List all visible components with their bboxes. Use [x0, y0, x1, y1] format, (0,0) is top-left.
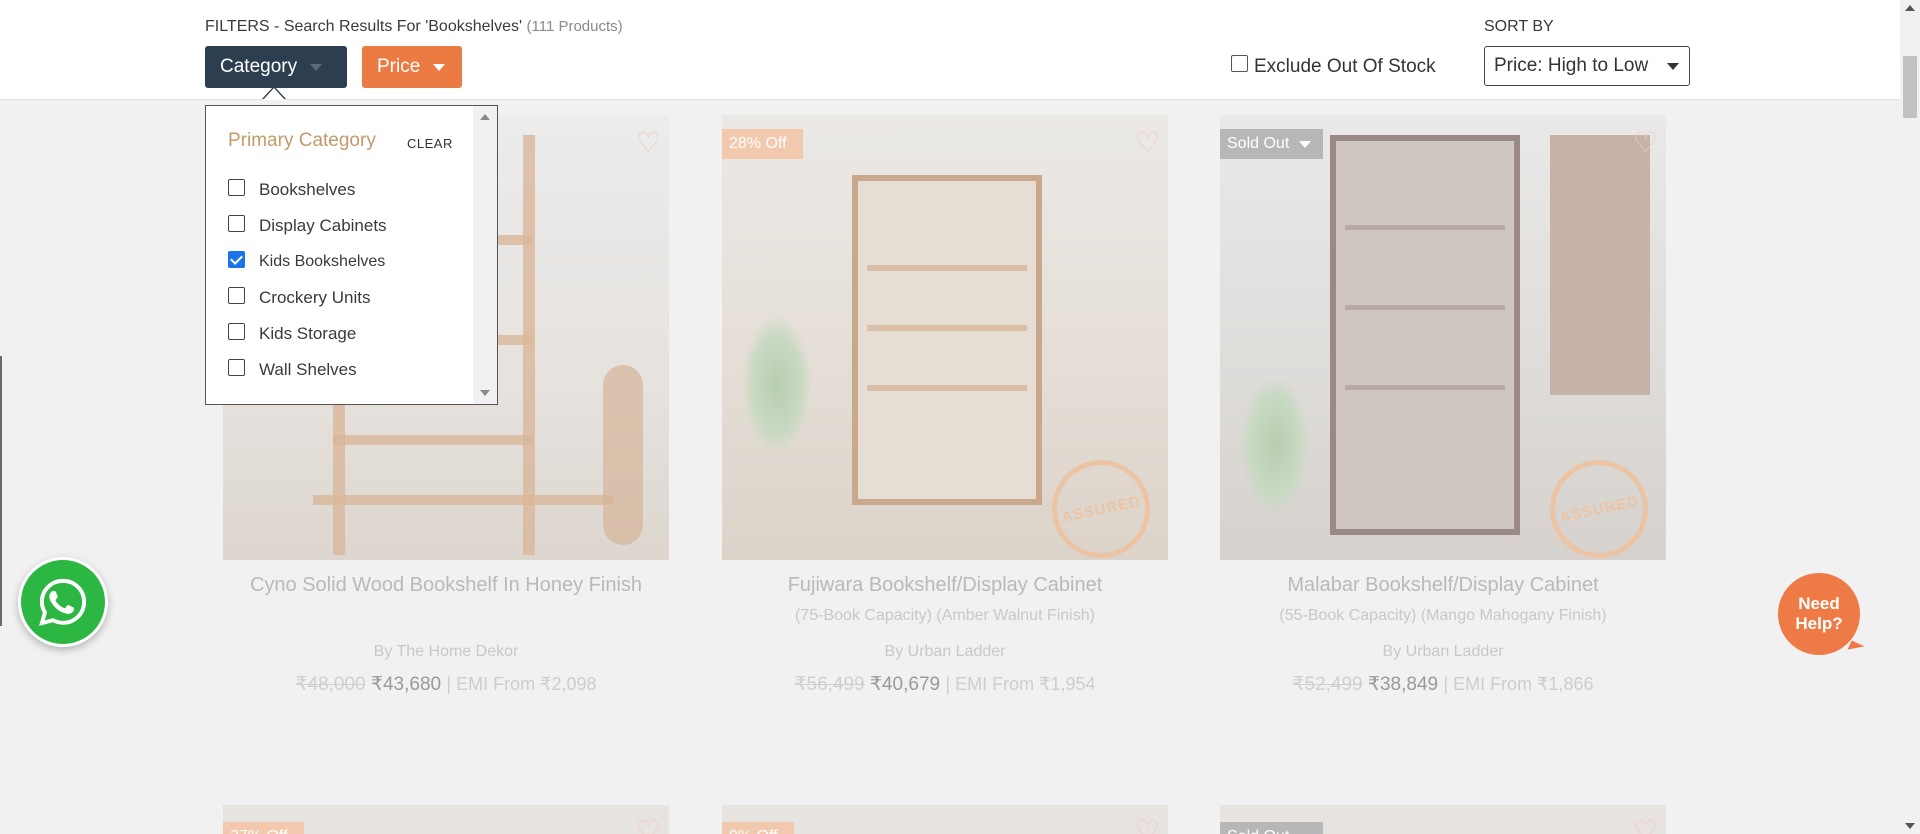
price-label: Price: [377, 56, 421, 77]
heart-icon[interactable]: ♡: [1135, 129, 1160, 157]
option-label[interactable]: Wall Shelves: [259, 360, 357, 380]
heart-icon[interactable]: ♡: [636, 817, 661, 834]
checkbox[interactable]: [228, 322, 245, 340]
exclude-out-of-stock[interactable]: Exclude Out Of Stock: [1231, 54, 1436, 78]
page-scrollbar[interactable]: [1900, 0, 1920, 834]
product-brand: By Urban Ladder: [1382, 643, 1504, 660]
clear-button[interactable]: CLEAR: [407, 136, 453, 151]
primary-category-heading: Primary Category: [228, 130, 376, 151]
whatsapp-button[interactable]: [18, 557, 108, 647]
emi-text: | EMI From ₹1,954: [945, 674, 1096, 694]
checkbox[interactable]: [228, 286, 245, 304]
category-filter-button[interactable]: Category: [205, 46, 347, 88]
checkbox-checked[interactable]: [228, 250, 245, 268]
sold-out-badge[interactable]: Sold Out: [1220, 822, 1324, 834]
product-subtitle: (55-Book Capacity) (Mango Mahogany Finis…: [1279, 607, 1607, 624]
need-help-line2: Help?: [1795, 614, 1843, 633]
sort-by-label: SORT BY: [1484, 18, 1554, 35]
current-price: ₹38,849: [1367, 674, 1439, 695]
need-help-line1: Need: [1798, 594, 1840, 613]
category-option-kids-bookshelves[interactable]: Kids Bookshelves: [228, 244, 387, 280]
option-label[interactable]: Crockery Units: [259, 288, 370, 308]
option-label[interactable]: Kids Storage: [259, 324, 356, 344]
search-results-label: FILTERS - Search Results For 'Bookshelve…: [205, 18, 523, 35]
category-option-bookshelves[interactable]: Bookshelves: [228, 172, 387, 208]
category-option-wall-shelves[interactable]: Wall Shelves: [228, 352, 387, 388]
old-price: ₹56,499: [794, 674, 865, 695]
heart-icon[interactable]: ♡: [1633, 817, 1658, 834]
need-help-label: Need Help?: [1795, 594, 1842, 634]
scroll-up-icon[interactable]: [480, 114, 490, 120]
scroll-down-icon[interactable]: [1905, 823, 1915, 829]
product-card[interactable]: Sold Out ♡: [1220, 805, 1666, 834]
emi-text: | EMI From ₹2,098: [446, 674, 597, 694]
product-brand: By Urban Ladder: [884, 643, 1006, 660]
product-brand: By The Home Dekor: [373, 643, 519, 660]
option-label[interactable]: Bookshelves: [259, 180, 355, 200]
need-help-button[interactable]: Need Help?: [1778, 573, 1860, 655]
scroll-down-icon[interactable]: [480, 390, 490, 396]
filter-title: FILTERS - Search Results For 'Bookshelve…: [205, 18, 623, 36]
scroll-up-icon[interactable]: [1905, 5, 1915, 11]
heart-icon[interactable]: ♡: [1633, 129, 1658, 157]
current-price: ₹43,680: [370, 674, 442, 695]
product-image[interactable]: ASSURED Sold Out ♡: [1220, 115, 1666, 560]
product-name[interactable]: Fujiwara Bookshelf/Display Cabinet: [722, 573, 1168, 597]
product-card[interactable]: 27% Off ♡: [223, 805, 669, 834]
sort-select[interactable]: Price: High to Low: [1484, 46, 1690, 86]
exclude-out-of-stock-checkbox[interactable]: [1231, 54, 1248, 72]
checkbox[interactable]: [228, 214, 245, 232]
product-price: ₹56,499 ₹40,679 | EMI From ₹1,954: [722, 673, 1168, 696]
price-filter-button[interactable]: Price: [362, 46, 462, 88]
product-name[interactable]: Malabar Bookshelf/Display Cabinet: [1220, 573, 1666, 597]
category-option-crockery-units[interactable]: Crockery Units: [228, 280, 387, 316]
dropdown-scrollbar[interactable]: [473, 106, 497, 404]
chevron-down-icon: [1667, 63, 1679, 70]
option-label[interactable]: Display Cabinets: [259, 216, 387, 236]
category-label: Category: [220, 56, 298, 77]
filter-bar: FILTERS - Search Results For 'Bookshelve…: [0, 0, 1900, 100]
checkbox[interactable]: [228, 178, 245, 196]
assured-stamp: ASSURED: [1557, 492, 1641, 526]
product-card[interactable]: 9% Off ♡: [722, 805, 1168, 834]
product-price: ₹48,000 ₹43,680 | EMI From ₹2,098: [223, 673, 669, 696]
option-label[interactable]: Kids Bookshelves: [259, 253, 385, 271]
category-option-kids-storage[interactable]: Kids Storage: [228, 316, 387, 352]
dropdown-pointer: [262, 86, 286, 100]
discount-badge: 27% Off: [223, 822, 304, 834]
checkbox[interactable]: [228, 358, 245, 376]
product-count: (111 Products): [526, 18, 623, 35]
chevron-down-icon: [433, 63, 446, 71]
whatsapp-icon: [39, 578, 87, 626]
heart-icon[interactable]: ♡: [636, 129, 661, 157]
scrollbar-thumb[interactable]: [1903, 56, 1917, 118]
product-name[interactable]: Cyno Solid Wood Bookshelf In Honey Finis…: [223, 573, 669, 597]
product-image[interactable]: ASSURED 28% Off ♡: [722, 115, 1168, 560]
product-price: ₹52,499 ₹38,849 | EMI From ₹1,866: [1220, 673, 1666, 696]
emi-text: | EMI From ₹1,866: [1443, 674, 1594, 694]
discount-badge: 9% Off: [722, 822, 794, 834]
category-dropdown: Primary Category CLEAR Bookshelves Displ…: [205, 105, 498, 405]
discount-badge: 28% Off: [722, 129, 803, 159]
side-tab[interactable]: [0, 356, 2, 626]
current-price: ₹40,679: [869, 674, 941, 695]
old-price: ₹52,499: [1292, 674, 1363, 695]
heart-icon[interactable]: ♡: [1135, 817, 1160, 834]
chevron-down-icon: [310, 63, 323, 71]
category-option-list: Bookshelves Display Cabinets Kids Booksh…: [228, 172, 387, 388]
product-subtitle: (75-Book Capacity) (Amber Walnut Finish): [795, 607, 1095, 624]
sort-selected-value: Price: High to Low: [1494, 55, 1649, 76]
old-price: ₹48,000: [295, 674, 366, 695]
sold-out-badge[interactable]: Sold Out: [1220, 129, 1324, 159]
category-option-display-cabinets[interactable]: Display Cabinets: [228, 208, 387, 244]
assured-stamp: ASSURED: [1059, 492, 1143, 526]
exclude-out-of-stock-label[interactable]: Exclude Out Of Stock: [1254, 56, 1436, 78]
